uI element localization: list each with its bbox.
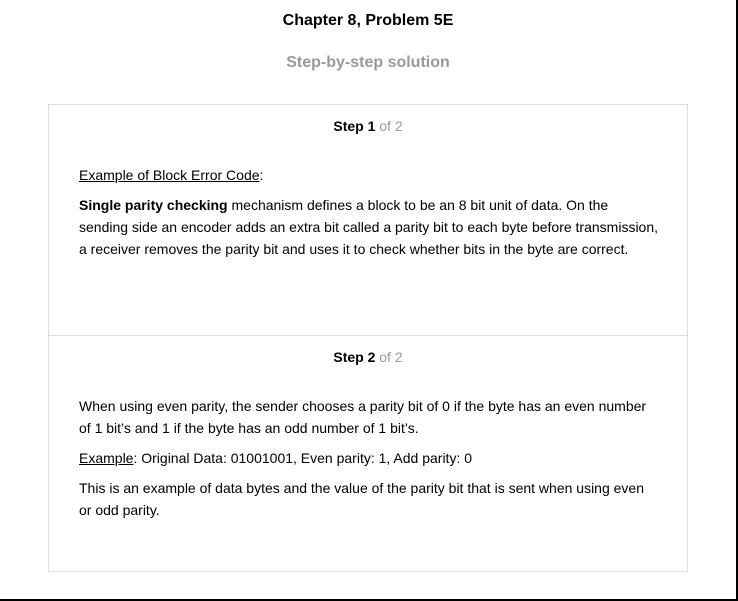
step-1-heading-suffix: :: [259, 167, 264, 183]
step-2-paragraph-1: When using even parity, the sender choos…: [79, 398, 647, 436]
step-2-content: When using even parity, the sender choos…: [79, 395, 659, 529]
step-2-header: Step 2 of 2: [49, 349, 687, 365]
step-2-label: Step 2: [333, 349, 376, 365]
step-1-label: Step 1: [333, 118, 376, 134]
step-1-header: Step 1 of 2: [49, 118, 687, 134]
step-1-bold-term: Single parity checking: [79, 197, 228, 213]
step-1-heading: Example of Block Error Code: [79, 167, 260, 183]
step-2-count: of 2: [379, 349, 403, 365]
solution-card: Step 1 of 2 Example of Block Error Code:…: [48, 104, 688, 572]
step-2-section: Step 2 of 2 When using even parity, the …: [49, 336, 687, 572]
step-1-count: of 2: [379, 118, 403, 134]
step-2-paragraph-3: This is an example of data bytes and the…: [79, 480, 645, 518]
page-subtitle: Step-by-step solution: [286, 54, 450, 71]
step-2-example-text: : Original Data: 01001001, Even parity: …: [133, 450, 473, 466]
step-1-heading-line: Example of Block Error Code:: [79, 164, 659, 186]
step-1-paragraph: Single parity checking mechanism defines…: [79, 194, 659, 260]
step-1-content: Example of Block Error Code: Single pari…: [79, 164, 659, 268]
step-2-example-label: Example: [79, 450, 134, 466]
page-title: Chapter 8, Problem 5E: [282, 12, 454, 29]
step-1-section: Step 1 of 2 Example of Block Error Code:…: [49, 105, 687, 336]
step-2-example-line: Example: Original Data: 01001001, Even p…: [79, 447, 659, 469]
